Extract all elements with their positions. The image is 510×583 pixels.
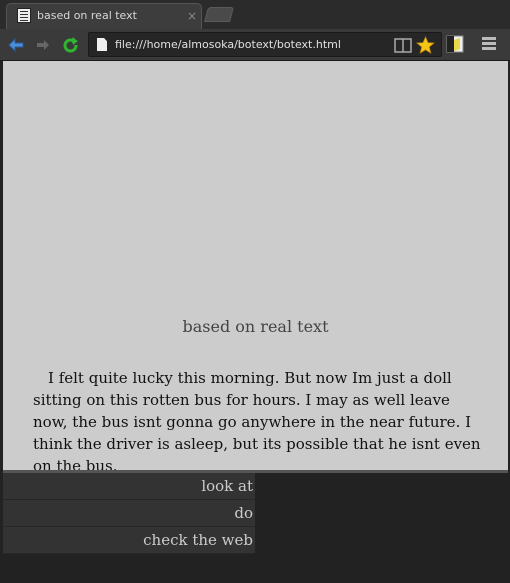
- do-button[interactable]: do: [3, 500, 255, 527]
- browser-toolbar: file:///home/almosoka/botext/botext.html: [0, 29, 510, 61]
- star-icon[interactable]: [416, 36, 435, 55]
- tab-strip: based on real text ×: [0, 0, 510, 29]
- reader-mode-icon[interactable]: [394, 38, 412, 53]
- page-viewport: based on real text I felt quite lucky th…: [3, 61, 508, 583]
- page-icon: [97, 38, 107, 51]
- page-favicon-icon: [17, 8, 31, 23]
- close-tab-icon[interactable]: ×: [187, 9, 197, 23]
- reload-icon: [63, 36, 78, 52]
- back-button[interactable]: [6, 35, 26, 55]
- action-menu: look at do check the web: [3, 473, 255, 554]
- new-tab-button[interactable]: [203, 7, 235, 22]
- menu-icon[interactable]: [480, 35, 498, 55]
- url-text[interactable]: file:///home/almosoka/botext/botext.html: [115, 38, 341, 51]
- address-bar[interactable]: file:///home/almosoka/botext/botext.html: [88, 32, 442, 57]
- forward-arrow-icon: [37, 40, 49, 50]
- active-tab[interactable]: based on real text ×: [6, 3, 202, 29]
- tab-title: based on real text: [37, 9, 137, 22]
- story-text: I felt quite lucky this morning. But now…: [33, 369, 481, 475]
- look-at-button[interactable]: look at: [3, 473, 255, 500]
- check-the-web-button[interactable]: check the web: [3, 527, 255, 554]
- reload-button[interactable]: [60, 35, 80, 55]
- back-arrow-icon: [8, 38, 24, 52]
- story-panel: based on real text I felt quite lucky th…: [3, 61, 508, 475]
- page-title: based on real text: [182, 317, 329, 336]
- extension-icon[interactable]: [444, 33, 466, 55]
- forward-button[interactable]: [33, 35, 53, 55]
